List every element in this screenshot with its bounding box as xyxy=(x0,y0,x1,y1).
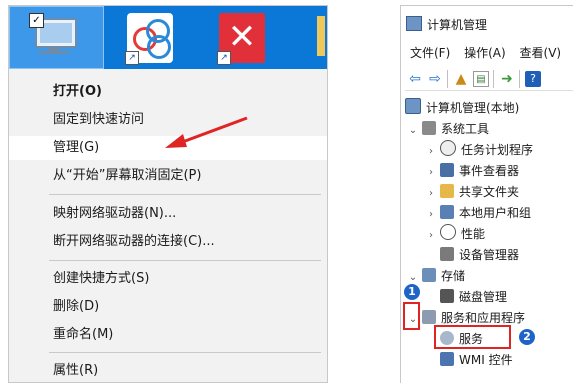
disk-icon xyxy=(440,289,454,303)
app-shortcut-icon[interactable] xyxy=(317,16,325,56)
tree-wmi[interactable]: WMI 控件 xyxy=(440,350,513,370)
tree-task-scheduler[interactable]: › 任务计划程序 xyxy=(425,140,533,160)
menu-separator xyxy=(49,194,321,195)
app-shortcut-icon[interactable]: ✕ ↗ xyxy=(217,13,265,65)
window-title-text: 计算机管理 xyxy=(427,18,488,32)
menu-unpin-start[interactable]: 从“开始”屏幕取消固定(P) xyxy=(9,164,327,188)
menu-properties[interactable]: 属性(R) xyxy=(9,359,327,383)
tree-label: 磁盘管理 xyxy=(459,290,508,304)
toolbar: ⇦ ⇨ ▲ ▤ ➜ ? xyxy=(405,68,573,91)
tree-disk-management[interactable]: 磁盘管理 xyxy=(440,287,507,307)
menu-separator xyxy=(49,352,321,353)
tree-root[interactable]: 计算机管理(本地) xyxy=(405,98,519,118)
wmi-icon xyxy=(440,352,454,366)
services-apps-icon xyxy=(422,310,436,324)
back-icon[interactable]: ⇦ xyxy=(407,71,423,87)
shared-folder-icon xyxy=(440,184,454,198)
chevron-right-icon[interactable]: › xyxy=(425,205,437,225)
event-viewer-icon xyxy=(440,163,454,177)
tree-event-viewer[interactable]: › 事件查看器 xyxy=(425,161,519,181)
tree-performance[interactable]: › 性能 xyxy=(425,224,485,244)
menu-disconnect-drive[interactable]: 断开网络驱动器的连接(C)... xyxy=(9,230,327,254)
export-icon[interactable]: ➜ xyxy=(499,71,515,87)
menu-action[interactable]: 操作(A) xyxy=(464,46,506,60)
forward-icon[interactable]: ⇨ xyxy=(427,71,443,87)
users-icon xyxy=(440,205,454,219)
app-shortcut-icon[interactable]: ↗ xyxy=(125,13,173,65)
step-badge-1: 1 xyxy=(404,284,420,300)
shortcut-arrow-icon: ↗ xyxy=(217,51,231,65)
up-folder-icon[interactable]: ▲ xyxy=(453,71,469,87)
menu-delete[interactable]: 删除(D) xyxy=(9,295,327,319)
computer-management-icon xyxy=(405,98,421,114)
highlight-box-services xyxy=(434,325,511,349)
tree-label: 存储 xyxy=(441,269,466,283)
menu-file[interactable]: 文件(F) xyxy=(410,46,450,60)
show-hide-tree-icon[interactable]: ▤ xyxy=(473,71,489,87)
explorer-context-panel: ✓ ↗ ✕ ↗ 打开(O) 固定到快速访问 管理(G) 从“开始”屏幕取消固定(… xyxy=(8,5,328,383)
menu-map-drive[interactable]: 映射网络驱动器(N)... xyxy=(9,202,327,226)
tree-label: 系统工具 xyxy=(441,122,490,136)
step-badge-2: 2 xyxy=(519,329,535,345)
computer-management-window: 计算机管理 文件(F) 操作(A) 查看(V) ⇦ ⇨ ▲ ▤ ➜ ? 计算机管… xyxy=(400,5,573,383)
tree-storage[interactable]: ⌄ 存储 xyxy=(407,266,465,286)
menu-view[interactable]: 查看(V) xyxy=(520,46,562,60)
menu-create-shortcut[interactable]: 创建快捷方式(S) xyxy=(9,267,327,291)
shortcut-arrow-icon: ↗ xyxy=(125,51,139,65)
chevron-right-icon[interactable]: › xyxy=(425,142,437,162)
tree-local-users[interactable]: › 本地用户和组 xyxy=(425,203,531,223)
tree-label: 共享文件夹 xyxy=(459,185,520,199)
tree-device-manager[interactable]: 设备管理器 xyxy=(440,245,519,265)
this-pc-icon[interactable]: ✓ xyxy=(9,6,104,69)
chevron-right-icon[interactable]: › xyxy=(425,226,437,246)
tree-label: 性能 xyxy=(461,227,486,241)
menu-separator xyxy=(49,260,321,261)
window-title: 计算机管理 xyxy=(406,15,487,35)
tree-shared-folders[interactable]: › 共享文件夹 xyxy=(425,182,519,202)
menu-rename[interactable]: 重命名(M) xyxy=(9,323,327,347)
desktop-icon-strip: ✓ ↗ ✕ ↗ xyxy=(9,6,327,69)
tree-label: 任务计划程序 xyxy=(461,143,534,157)
performance-icon xyxy=(440,224,456,240)
menubar: 文件(F) 操作(A) 查看(V) xyxy=(410,44,571,61)
computer-management-icon xyxy=(406,16,422,31)
help-icon[interactable]: ? xyxy=(525,71,541,87)
tree-system-tools[interactable]: ⌄ 系统工具 xyxy=(407,119,489,139)
device-manager-icon xyxy=(440,247,454,261)
tree-label: 事件查看器 xyxy=(459,164,520,178)
tree-label: 服务和应用程序 xyxy=(441,311,526,325)
pointer-arrow-icon xyxy=(165,116,248,148)
highlight-box-expander xyxy=(403,302,420,330)
tree-label: 计算机管理(本地) xyxy=(426,101,520,115)
chevron-right-icon[interactable]: › xyxy=(425,163,437,183)
chevron-right-icon[interactable]: › xyxy=(425,184,437,204)
tree-label: 本地用户和组 xyxy=(459,206,532,220)
checkbox-icon: ✓ xyxy=(29,13,44,28)
chevron-down-icon[interactable]: ⌄ xyxy=(407,121,419,141)
tree-label: 设备管理器 xyxy=(459,248,520,262)
clock-icon xyxy=(440,140,456,156)
storage-icon xyxy=(422,268,436,282)
tree-label: WMI 控件 xyxy=(459,353,513,367)
tools-icon xyxy=(422,121,436,135)
menu-open[interactable]: 打开(O) xyxy=(9,80,327,104)
